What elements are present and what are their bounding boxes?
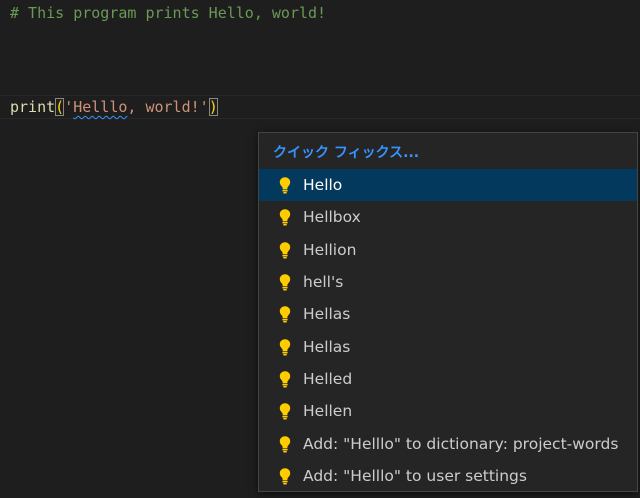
quick-fix-title: クイック フィックス... — [273, 145, 420, 161]
quick-fix-item[interactable]: Hellas — [259, 330, 637, 362]
quick-fix-item[interactable]: Hellen — [259, 395, 637, 427]
comment-line[interactable]: # This program prints Hello, world! — [10, 2, 326, 24]
quick-fix-item-label: hell's — [303, 273, 344, 292]
quick-fix-item[interactable]: Hello — [259, 169, 637, 202]
quick-fix-item-label: Hellas — [303, 337, 351, 356]
quick-fix-item[interactable]: Hellas — [259, 298, 637, 330]
lightbulb-icon — [277, 435, 293, 453]
quick-fix-item-label: Helled — [303, 369, 353, 388]
quick-fix-item[interactable]: Hellion — [259, 234, 637, 266]
quick-fix-item-label: Add: "Helllo" to user settings — [303, 466, 527, 485]
lightbulb-icon — [277, 370, 293, 388]
lightbulb-icon — [277, 402, 293, 420]
print-line[interactable]: print('Helllo, world!') — [10, 96, 218, 118]
quick-fix-item[interactable]: Add: "Helllo" to user settings — [259, 460, 637, 492]
quick-fix-item[interactable]: Helled — [259, 363, 637, 395]
lightbulb-icon — [277, 305, 293, 323]
print-function-token: print — [10, 98, 56, 116]
quick-fix-item[interactable]: hell's — [259, 266, 637, 298]
quick-fix-item-label: Hellion — [303, 240, 357, 259]
quick-fix-menu: クイック フィックス... Hello Hellbox Hellion hell's H… — [258, 132, 638, 492]
lightbulb-icon — [277, 273, 293, 291]
quick-fix-item[interactable]: Add: "Helllo" to dictionary: project-wor… — [259, 427, 637, 459]
quick-fix-item[interactable]: Hellbox — [259, 201, 637, 233]
string-rest-token: , world!' — [127, 98, 209, 116]
lightbulb-icon — [277, 338, 293, 356]
quick-fix-item-label: Hellbox — [303, 208, 361, 227]
lightbulb-icon — [277, 467, 293, 485]
quick-fix-list: Hello Hellbox Hellion hell's Hellas Hellas Hel… — [259, 169, 637, 492]
misspelled-word[interactable]: Helllo — [73, 98, 127, 116]
close-paren-token: ) — [208, 98, 218, 116]
quick-fix-item-label: Hellas — [303, 305, 351, 324]
lightbulb-icon — [277, 176, 293, 194]
quick-fix-item-label: Add: "Helllo" to dictionary: project-wor… — [303, 434, 619, 453]
quick-fix-item-label: Hello — [303, 176, 343, 195]
lightbulb-icon — [277, 241, 293, 259]
string-quote-token: ' — [64, 98, 74, 116]
open-paren-token: ( — [55, 98, 65, 116]
lightbulb-icon — [277, 208, 293, 226]
quick-fix-item-label: Hellen — [303, 402, 353, 421]
